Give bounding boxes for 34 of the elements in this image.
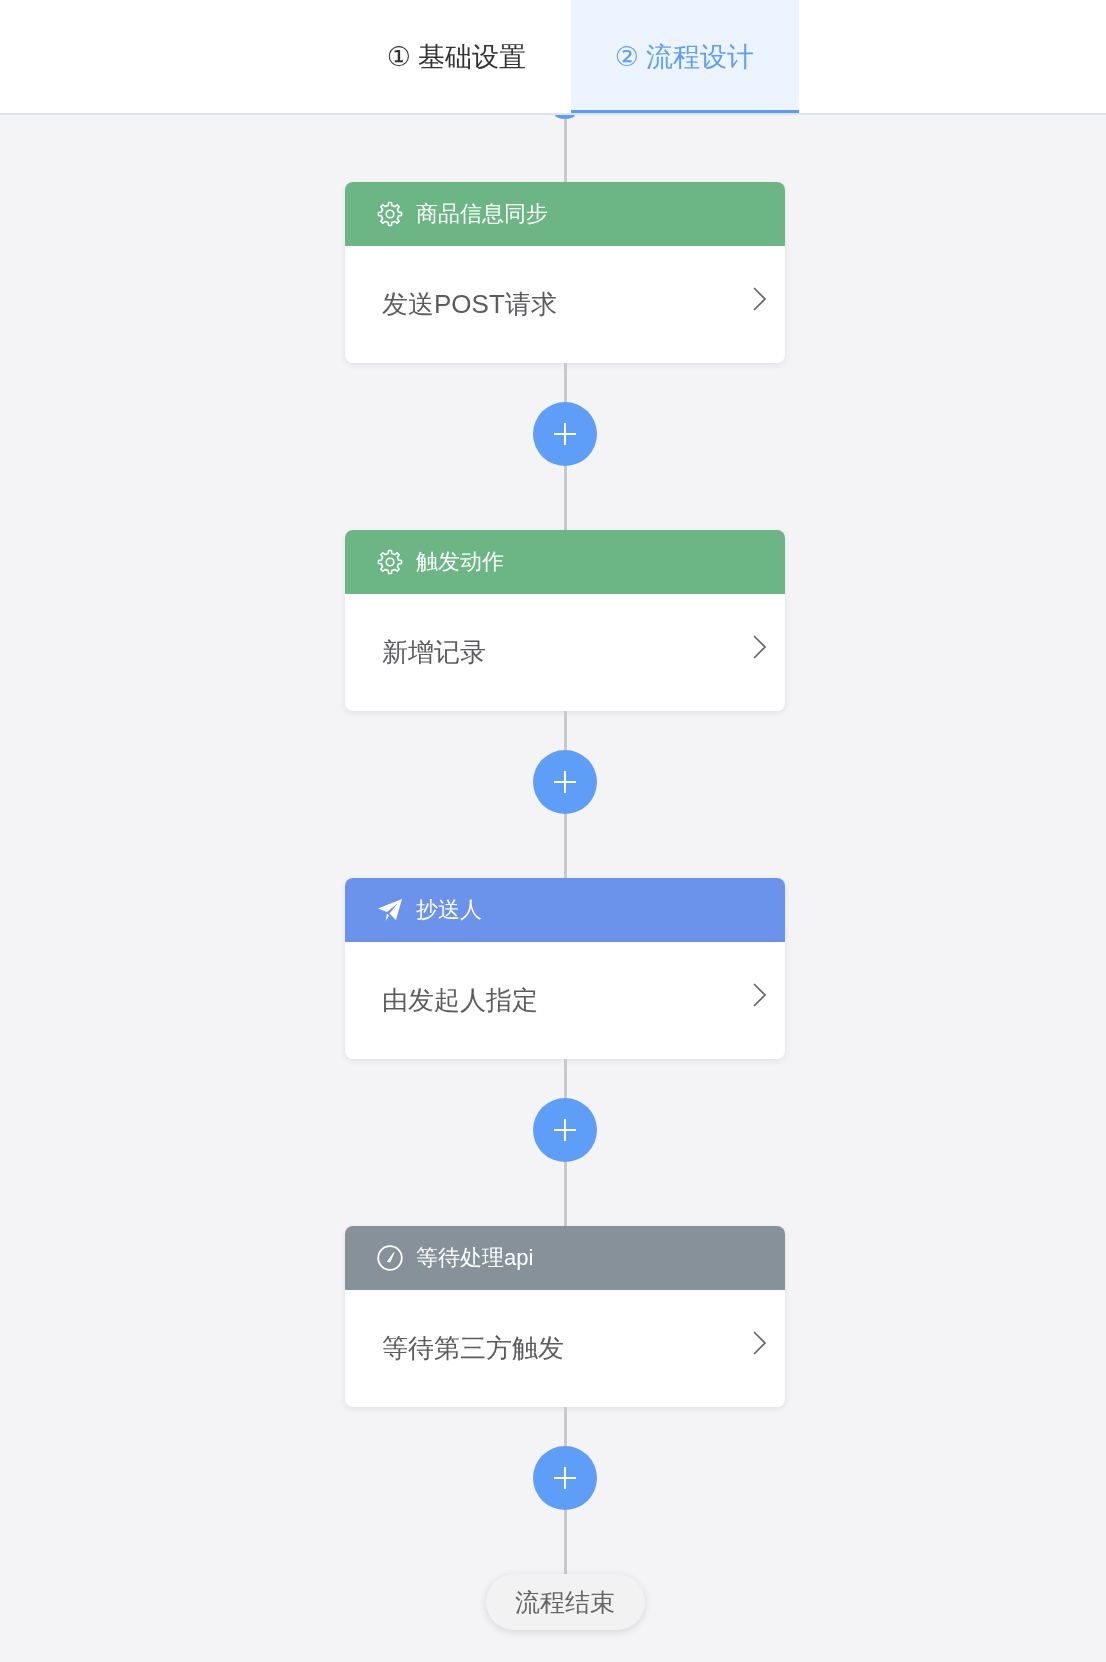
gear-icon <box>377 201 403 227</box>
node-title: 抄送人 <box>416 896 482 924</box>
connector-line <box>563 1510 567 1574</box>
node-title: 触发动作 <box>416 548 504 576</box>
connector-line <box>563 1162 567 1226</box>
node-title: 等待处理api <box>416 1244 534 1272</box>
connector-line <box>563 1059 567 1098</box>
plus-icon <box>554 771 576 793</box>
flow-node-card[interactable]: 抄送人 由发起人指定 <box>345 878 785 1059</box>
chevron-right-icon <box>753 982 766 1007</box>
dial-icon <box>377 1245 403 1271</box>
start-node <box>555 115 575 119</box>
plus-icon <box>554 423 576 445</box>
chevron-right-icon <box>753 634 766 659</box>
connector-line <box>563 711 567 750</box>
connector-line <box>563 1407 567 1446</box>
plus-icon <box>554 1119 576 1141</box>
connector-line <box>563 814 567 878</box>
connector-line <box>563 363 567 402</box>
chevron-right-icon <box>753 1330 766 1355</box>
node-description: 发送POST请求 <box>382 288 557 321</box>
node-description: 由发起人指定 <box>382 984 538 1017</box>
flow-node-card[interactable]: 商品信息同步 发送POST请求 <box>345 182 785 363</box>
end-node: 流程结束 <box>485 1574 645 1630</box>
connector-line <box>563 466 567 530</box>
node-title: 商品信息同步 <box>416 200 548 228</box>
flow-node-card[interactable]: 触发动作 新增记录 <box>345 530 785 711</box>
connector-line <box>563 119 567 182</box>
node-description: 新增记录 <box>382 636 486 669</box>
flow-node-card[interactable]: 等待处理api 等待第三方触发 <box>345 1226 785 1407</box>
node-description: 等待第三方触发 <box>382 1332 564 1365</box>
gear-icon <box>377 549 403 575</box>
plus-icon <box>554 1467 576 1489</box>
chevron-right-icon <box>753 286 766 311</box>
